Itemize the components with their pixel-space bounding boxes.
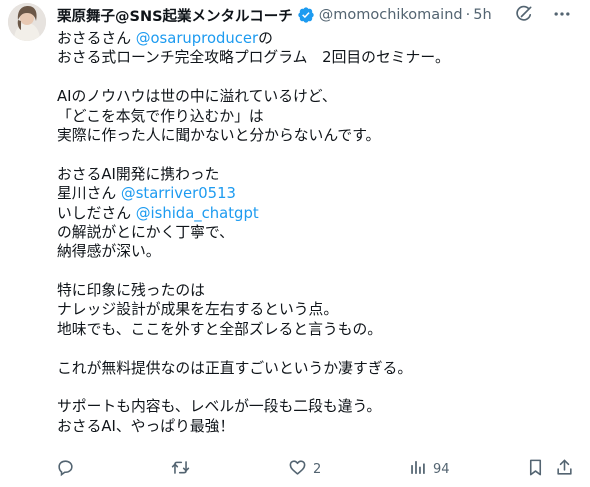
separator-dot: ·: [465, 7, 471, 23]
tweet-text-segment: 特に印象に残ったのは: [57, 282, 205, 300]
tweet-actions: 2 94: [50, 456, 580, 482]
like-count: 2: [313, 461, 322, 477]
tweet-line: 星川さん @starriver0513: [57, 184, 577, 203]
tweet-line: 実際に作った人に聞かないと分からないんです。: [57, 126, 577, 145]
more-icon[interactable]: [552, 4, 572, 24]
reply-icon: [56, 458, 75, 481]
reply-button[interactable]: [56, 456, 75, 482]
tweet-text-segment: 星川さん: [57, 185, 121, 203]
tweet-text-segment: の: [258, 30, 273, 47]
tweet-line: の解説がとにかく丁寧で、: [57, 223, 577, 242]
tweet-text-segment: おさるAI、やっぱり最強！: [57, 417, 235, 435]
tweet-line: これが無料提供なのは正直すごいというか凄すぎる。: [57, 359, 577, 378]
tweet-text-segment: いしださん: [57, 204, 136, 222]
heart-icon: [288, 458, 307, 481]
tweet-text-segment: おさる式ローンチ完全攻略プログラム 2回目のセミナー。: [57, 49, 450, 67]
tweet-line: ナレッジ設計が成果を左右するという点。: [57, 300, 577, 319]
tweet-line: おさるさん @osaruproducerの: [57, 29, 577, 48]
tweet-text-segment: これが無料提供なのは正直すごいというか凄すぎる。: [57, 359, 413, 377]
tweet-text-segment: おさるさん: [57, 30, 136, 47]
tweet-line: サポートも内容も、レベルが一段も二段も違う。: [57, 397, 577, 416]
tweet-text-segment: 納得感が深い。: [57, 243, 161, 261]
views-button[interactable]: 94: [408, 456, 450, 482]
bookmark-icon: [526, 458, 545, 481]
mention-link[interactable]: @osaruproducer: [136, 30, 258, 47]
tweet-header: 栗原舞子@SNS起業メンタルコーチ @momochikomaind · 5h: [57, 4, 587, 26]
like-button[interactable]: 2: [288, 456, 321, 482]
tweet-line: おさるAI、やっぱり最強！: [57, 417, 577, 436]
timestamp[interactable]: 5h: [473, 7, 491, 23]
tweet: 栗原舞子@SNS起業メンタルコーチ @momochikomaind · 5h お…: [0, 0, 590, 487]
tweet-line: 納得感が深い。: [57, 242, 577, 261]
views-chart-icon: [408, 458, 427, 481]
tweet-line: 特に印象に残ったのは: [57, 281, 577, 300]
mention-link[interactable]: @starriver0513: [121, 185, 236, 202]
tweet-text-segment: AIのノウハウは世の中に溢れているけど、: [57, 88, 337, 106]
bookmark-button[interactable]: [526, 456, 545, 482]
retweet-button[interactable]: [171, 456, 190, 482]
tweet-line: 「どこを本気で作り込むか」は: [57, 107, 577, 126]
grok-icon[interactable]: [514, 4, 534, 24]
tweet-line: 地味でも、ここを外すと全部ズレると言うもの。: [57, 320, 577, 339]
avatar[interactable]: [8, 3, 46, 41]
author-name[interactable]: 栗原舞子@SNS起業メンタルコーチ: [57, 5, 293, 26]
tweet-text: おさるさん @osaruproducerの おさる式ローンチ完全攻略プログラム 2…: [57, 29, 577, 436]
author-handle[interactable]: @momochikomaind: [319, 7, 463, 23]
share-button[interactable]: [555, 456, 574, 482]
tweet-line: AIのノウハウは世の中に溢れているけど、: [57, 87, 577, 106]
tweet-text-segment: 実際に作った人に聞かないと分からないんです。: [57, 126, 381, 144]
retweet-icon: [171, 458, 190, 481]
verified-badge-icon: [297, 6, 315, 24]
tweet-text-segment: サポートも内容も、レベルが一段も二段も違う。: [57, 398, 382, 416]
tweet-line: おさる式ローンチ完全攻略プログラム 2回目のセミナー。: [57, 48, 577, 67]
tweet-line: いしださん @ishida_chatgpt: [57, 204, 577, 223]
tweet-text-segment: 地味でも、ここを外すと全部ズレると言うもの。: [57, 320, 383, 338]
header-actions: [514, 4, 572, 24]
tweet-line: おさるAI開発に携わった: [57, 165, 577, 184]
tweet-text-segment: おさるAI開発に携わった: [57, 165, 220, 183]
tweet-text-segment: の解説がとにかく丁寧で、: [57, 223, 234, 241]
tweet-text-segment: 「どこを本気で作り込むか」は: [57, 107, 264, 125]
mention-link[interactable]: @ishida_chatgpt: [136, 205, 259, 222]
tweet-text-segment: ナレッジ設計が成果を左右するという点。: [57, 301, 339, 319]
views-count: 94: [433, 461, 450, 477]
share-icon: [555, 458, 574, 481]
